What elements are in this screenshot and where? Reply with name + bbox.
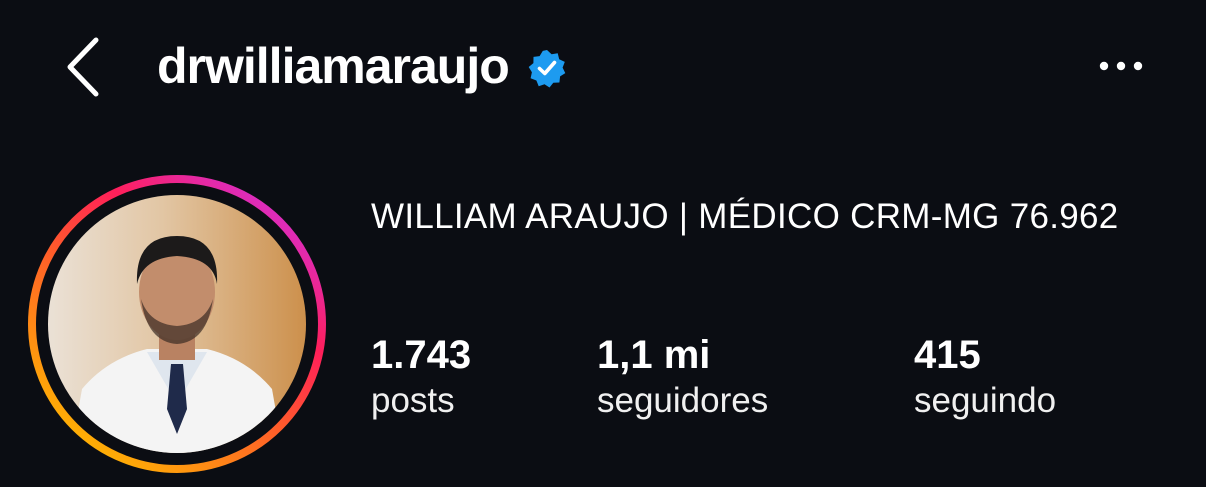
followers-label: seguidores: [597, 381, 769, 420]
profile-display-name: WILLIAM ARAUJO | MÉDICO CRM-MG 76.962: [371, 197, 1119, 236]
header-title: drwilliamaraujo: [157, 30, 567, 102]
followers-count: 1,1 mi: [597, 333, 711, 377]
following-count: 415: [914, 333, 981, 377]
followers-stat[interactable]: 1,1 mi seguidores: [597, 332, 768, 424]
posts-label: posts: [371, 381, 455, 420]
posts-stat[interactable]: 1.743 posts: [371, 332, 471, 424]
avatar[interactable]: [27, 174, 327, 474]
posts-count: 1.743: [371, 333, 472, 377]
verified-badge-icon: [527, 48, 567, 88]
following-stat[interactable]: 415 seguindo: [914, 332, 1056, 424]
following-label: seguindo: [914, 381, 1057, 420]
username: drwilliamaraujo: [157, 38, 510, 94]
more-options-button[interactable]: [1090, 46, 1156, 86]
more-horizontal-icon: [1099, 61, 1143, 71]
back-button[interactable]: [60, 34, 108, 100]
chevron-left-icon: [67, 37, 99, 97]
